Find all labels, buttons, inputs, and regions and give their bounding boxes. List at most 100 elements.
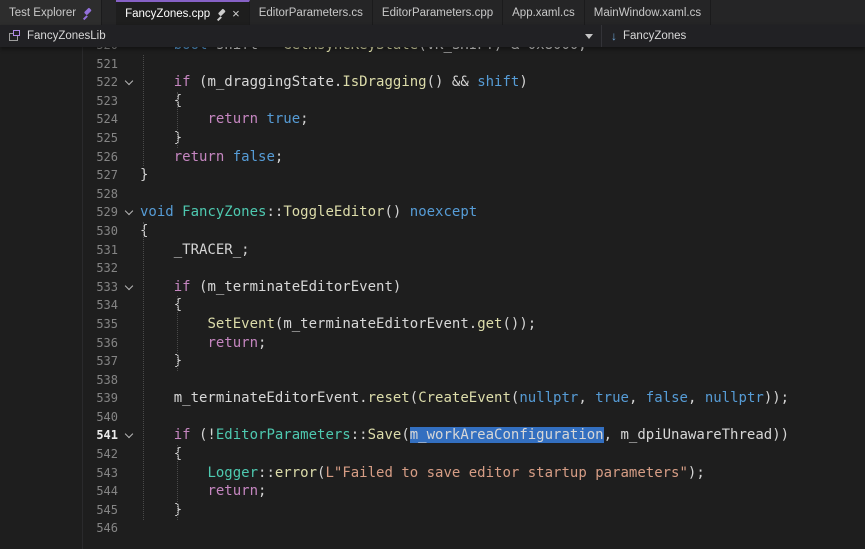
fold-margin[interactable] <box>118 296 140 315</box>
line-number[interactable]: 540 <box>0 408 118 427</box>
fold-margin[interactable] <box>118 501 140 520</box>
tab-app-xaml-cs[interactable]: App.xaml.cs <box>503 0 585 25</box>
code-line[interactable]: 543 Logger::error(L"Failed to save edito… <box>0 464 865 483</box>
line-number[interactable]: 546 <box>0 519 118 538</box>
code-line[interactable]: 525 } <box>0 129 865 148</box>
line-number[interactable]: 541 <box>0 426 118 445</box>
collapse-chevron-icon[interactable] <box>125 207 133 215</box>
tab-test-explorer[interactable]: Test Explorer <box>0 0 102 25</box>
line-number[interactable]: 543 <box>0 464 118 483</box>
line-number[interactable]: 524 <box>0 110 118 129</box>
line-number[interactable]: 538 <box>0 371 118 390</box>
fold-margin[interactable] <box>118 148 140 167</box>
line-number[interactable]: 521 <box>0 55 118 74</box>
code-line[interactable]: 546 <box>0 519 865 538</box>
code-line[interactable]: 520 bool shift = GetAsyncKeyState(VK_SHI… <box>0 47 865 55</box>
selected-text[interactable]: m_workAreaConfiguration <box>410 427 604 443</box>
fold-margin[interactable] <box>118 482 140 501</box>
member-dropdown[interactable]: ↓ FancyZones <box>601 25 695 47</box>
code-line[interactable]: 534 { <box>0 296 865 315</box>
line-number[interactable]: 536 <box>0 334 118 353</box>
fold-margin[interactable] <box>118 166 140 185</box>
fold-margin[interactable] <box>118 464 140 483</box>
fold-margin[interactable] <box>118 110 140 129</box>
tab-editorparameters-cpp[interactable]: EditorParameters.cpp <box>373 0 503 25</box>
code-line[interactable]: 539 m_terminateEditorEvent.reset(CreateE… <box>0 389 865 408</box>
fold-margin[interactable] <box>118 278 140 297</box>
line-number[interactable]: 530 <box>0 222 118 241</box>
line-number[interactable]: 528 <box>0 185 118 204</box>
fold-margin[interactable] <box>118 185 140 204</box>
code-editor[interactable]: 520 bool shift = GetAsyncKeyState(VK_SHI… <box>0 47 865 549</box>
line-number[interactable]: 545 <box>0 501 118 520</box>
code-line[interactable]: 528 <box>0 185 865 204</box>
fold-margin[interactable] <box>118 203 140 222</box>
code-line[interactable]: 544 return; <box>0 482 865 501</box>
indent-guide <box>143 55 144 167</box>
line-number[interactable]: 544 <box>0 482 118 501</box>
line-number[interactable]: 535 <box>0 315 118 334</box>
fold-margin[interactable] <box>118 129 140 148</box>
pin-icon[interactable] <box>215 8 226 19</box>
line-number[interactable]: 520 <box>0 47 118 55</box>
line-number[interactable]: 526 <box>0 148 118 167</box>
code-line[interactable]: 530{ <box>0 222 865 241</box>
line-number[interactable]: 542 <box>0 445 118 464</box>
code-line[interactable]: 533 if (m_terminateEditorEvent) <box>0 278 865 297</box>
fold-margin[interactable] <box>118 426 140 445</box>
line-number[interactable]: 527 <box>0 166 118 185</box>
collapse-chevron-icon[interactable] <box>125 77 133 85</box>
code-line[interactable]: 531 _TRACER_; <box>0 241 865 260</box>
fold-margin[interactable] <box>118 371 140 390</box>
chevron-down-icon[interactable] <box>585 34 593 39</box>
code-line[interactable]: 537 } <box>0 352 865 371</box>
fold-margin[interactable] <box>118 222 140 241</box>
fold-margin[interactable] <box>118 259 140 278</box>
fold-margin[interactable] <box>118 408 140 427</box>
code-line[interactable]: 545 } <box>0 501 865 520</box>
fold-margin[interactable] <box>118 55 140 74</box>
line-number[interactable]: 534 <box>0 296 118 315</box>
line-number[interactable]: 532 <box>0 259 118 278</box>
fold-margin[interactable] <box>118 445 140 464</box>
fold-margin[interactable] <box>118 352 140 371</box>
tab-editorparameters-cs[interactable]: EditorParameters.cs <box>250 0 373 25</box>
code-line[interactable]: 524 return true; <box>0 110 865 129</box>
code-line[interactable]: 541 if (!EditorParameters::Save(m_workAr… <box>0 426 865 445</box>
line-number[interactable]: 523 <box>0 92 118 111</box>
tab-mainwindow-xaml-cs[interactable]: MainWindow.xaml.cs <box>585 0 711 25</box>
fold-margin[interactable] <box>118 334 140 353</box>
fold-margin[interactable] <box>118 73 140 92</box>
project-dropdown[interactable]: FancyZonesLib <box>0 25 601 47</box>
close-icon[interactable]: × <box>232 7 240 20</box>
code-line[interactable]: 522 if (m_draggingState.IsDragging() && … <box>0 73 865 92</box>
fold-margin[interactable] <box>118 47 140 55</box>
code-line[interactable]: 540 <box>0 408 865 427</box>
line-number[interactable]: 529 <box>0 203 118 222</box>
code-line[interactable]: 532 <box>0 259 865 278</box>
code-line[interactable]: 523 { <box>0 92 865 111</box>
line-number[interactable]: 533 <box>0 278 118 297</box>
line-number[interactable]: 531 <box>0 241 118 260</box>
line-number[interactable]: 539 <box>0 389 118 408</box>
code-line[interactable]: 536 return; <box>0 334 865 353</box>
code-line[interactable]: 542 { <box>0 445 865 464</box>
code-line[interactable]: 538 <box>0 371 865 390</box>
line-number[interactable]: 525 <box>0 129 118 148</box>
pin-icon[interactable] <box>81 7 92 18</box>
fold-margin[interactable] <box>118 241 140 260</box>
fold-margin[interactable] <box>118 315 140 334</box>
code-line[interactable]: 535 SetEvent(m_terminateEditorEvent.get(… <box>0 315 865 334</box>
code-line[interactable]: 521 <box>0 55 865 74</box>
line-number[interactable]: 522 <box>0 73 118 92</box>
tab-fancyzones-cpp[interactable]: FancyZones.cpp× <box>116 0 250 25</box>
collapse-chevron-icon[interactable] <box>125 281 133 289</box>
line-number[interactable]: 537 <box>0 352 118 371</box>
fold-margin[interactable] <box>118 389 140 408</box>
code-line[interactable]: 527} <box>0 166 865 185</box>
code-line[interactable]: 529void FancyZones::ToggleEditor() noexc… <box>0 203 865 222</box>
code-line[interactable]: 526 return false; <box>0 148 865 167</box>
fold-margin[interactable] <box>118 92 140 111</box>
fold-margin[interactable] <box>118 519 140 538</box>
collapse-chevron-icon[interactable] <box>125 430 133 438</box>
